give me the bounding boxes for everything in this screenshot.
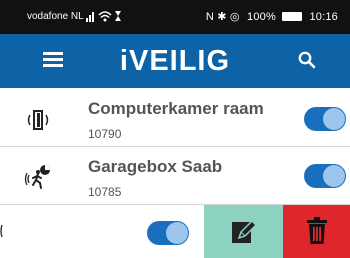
signal-wifi-icons [86, 11, 121, 22]
status-bar: vodafone NL N ✱ ◎ 100% 10:16 [0, 0, 350, 34]
edit-icon [232, 219, 257, 243]
sensor-code: 10785 [88, 185, 122, 199]
search-icon[interactable] [298, 51, 316, 69]
sensor-row-swiped[interactable] [0, 205, 350, 258]
sensor-row[interactable]: Garagebox Saab 10785 [0, 147, 350, 205]
battery-percent: 100% [247, 11, 276, 23]
status-icons: N ✱ ◎ [205, 11, 240, 23]
status-right: N ✱ ◎ 100% 10:16 [206, 10, 338, 23]
clock: 10:16 [309, 11, 338, 23]
edit-button[interactable] [204, 205, 283, 258]
carrier-name: vodafone NL [27, 11, 84, 22]
window-sensor-icon [27, 110, 49, 130]
delete-button[interactable] [283, 205, 350, 258]
sensor-toggle[interactable] [147, 221, 189, 245]
motion-sensor-icon [24, 165, 50, 189]
sensor-row[interactable]: Computerkamer raam 10790 [0, 89, 350, 147]
sensor-name: Computerkamer raam [88, 99, 264, 118]
sensor-name: Garagebox Saab [88, 157, 223, 176]
sensor-toggle[interactable] [304, 164, 346, 188]
sensor-icon-partial [0, 224, 3, 238]
battery-icon [282, 12, 303, 21]
sensor-code: 10790 [88, 127, 122, 141]
sensor-toggle[interactable] [304, 107, 346, 131]
trash-icon [307, 217, 327, 244]
app-bar: iVEILIG [0, 34, 350, 88]
